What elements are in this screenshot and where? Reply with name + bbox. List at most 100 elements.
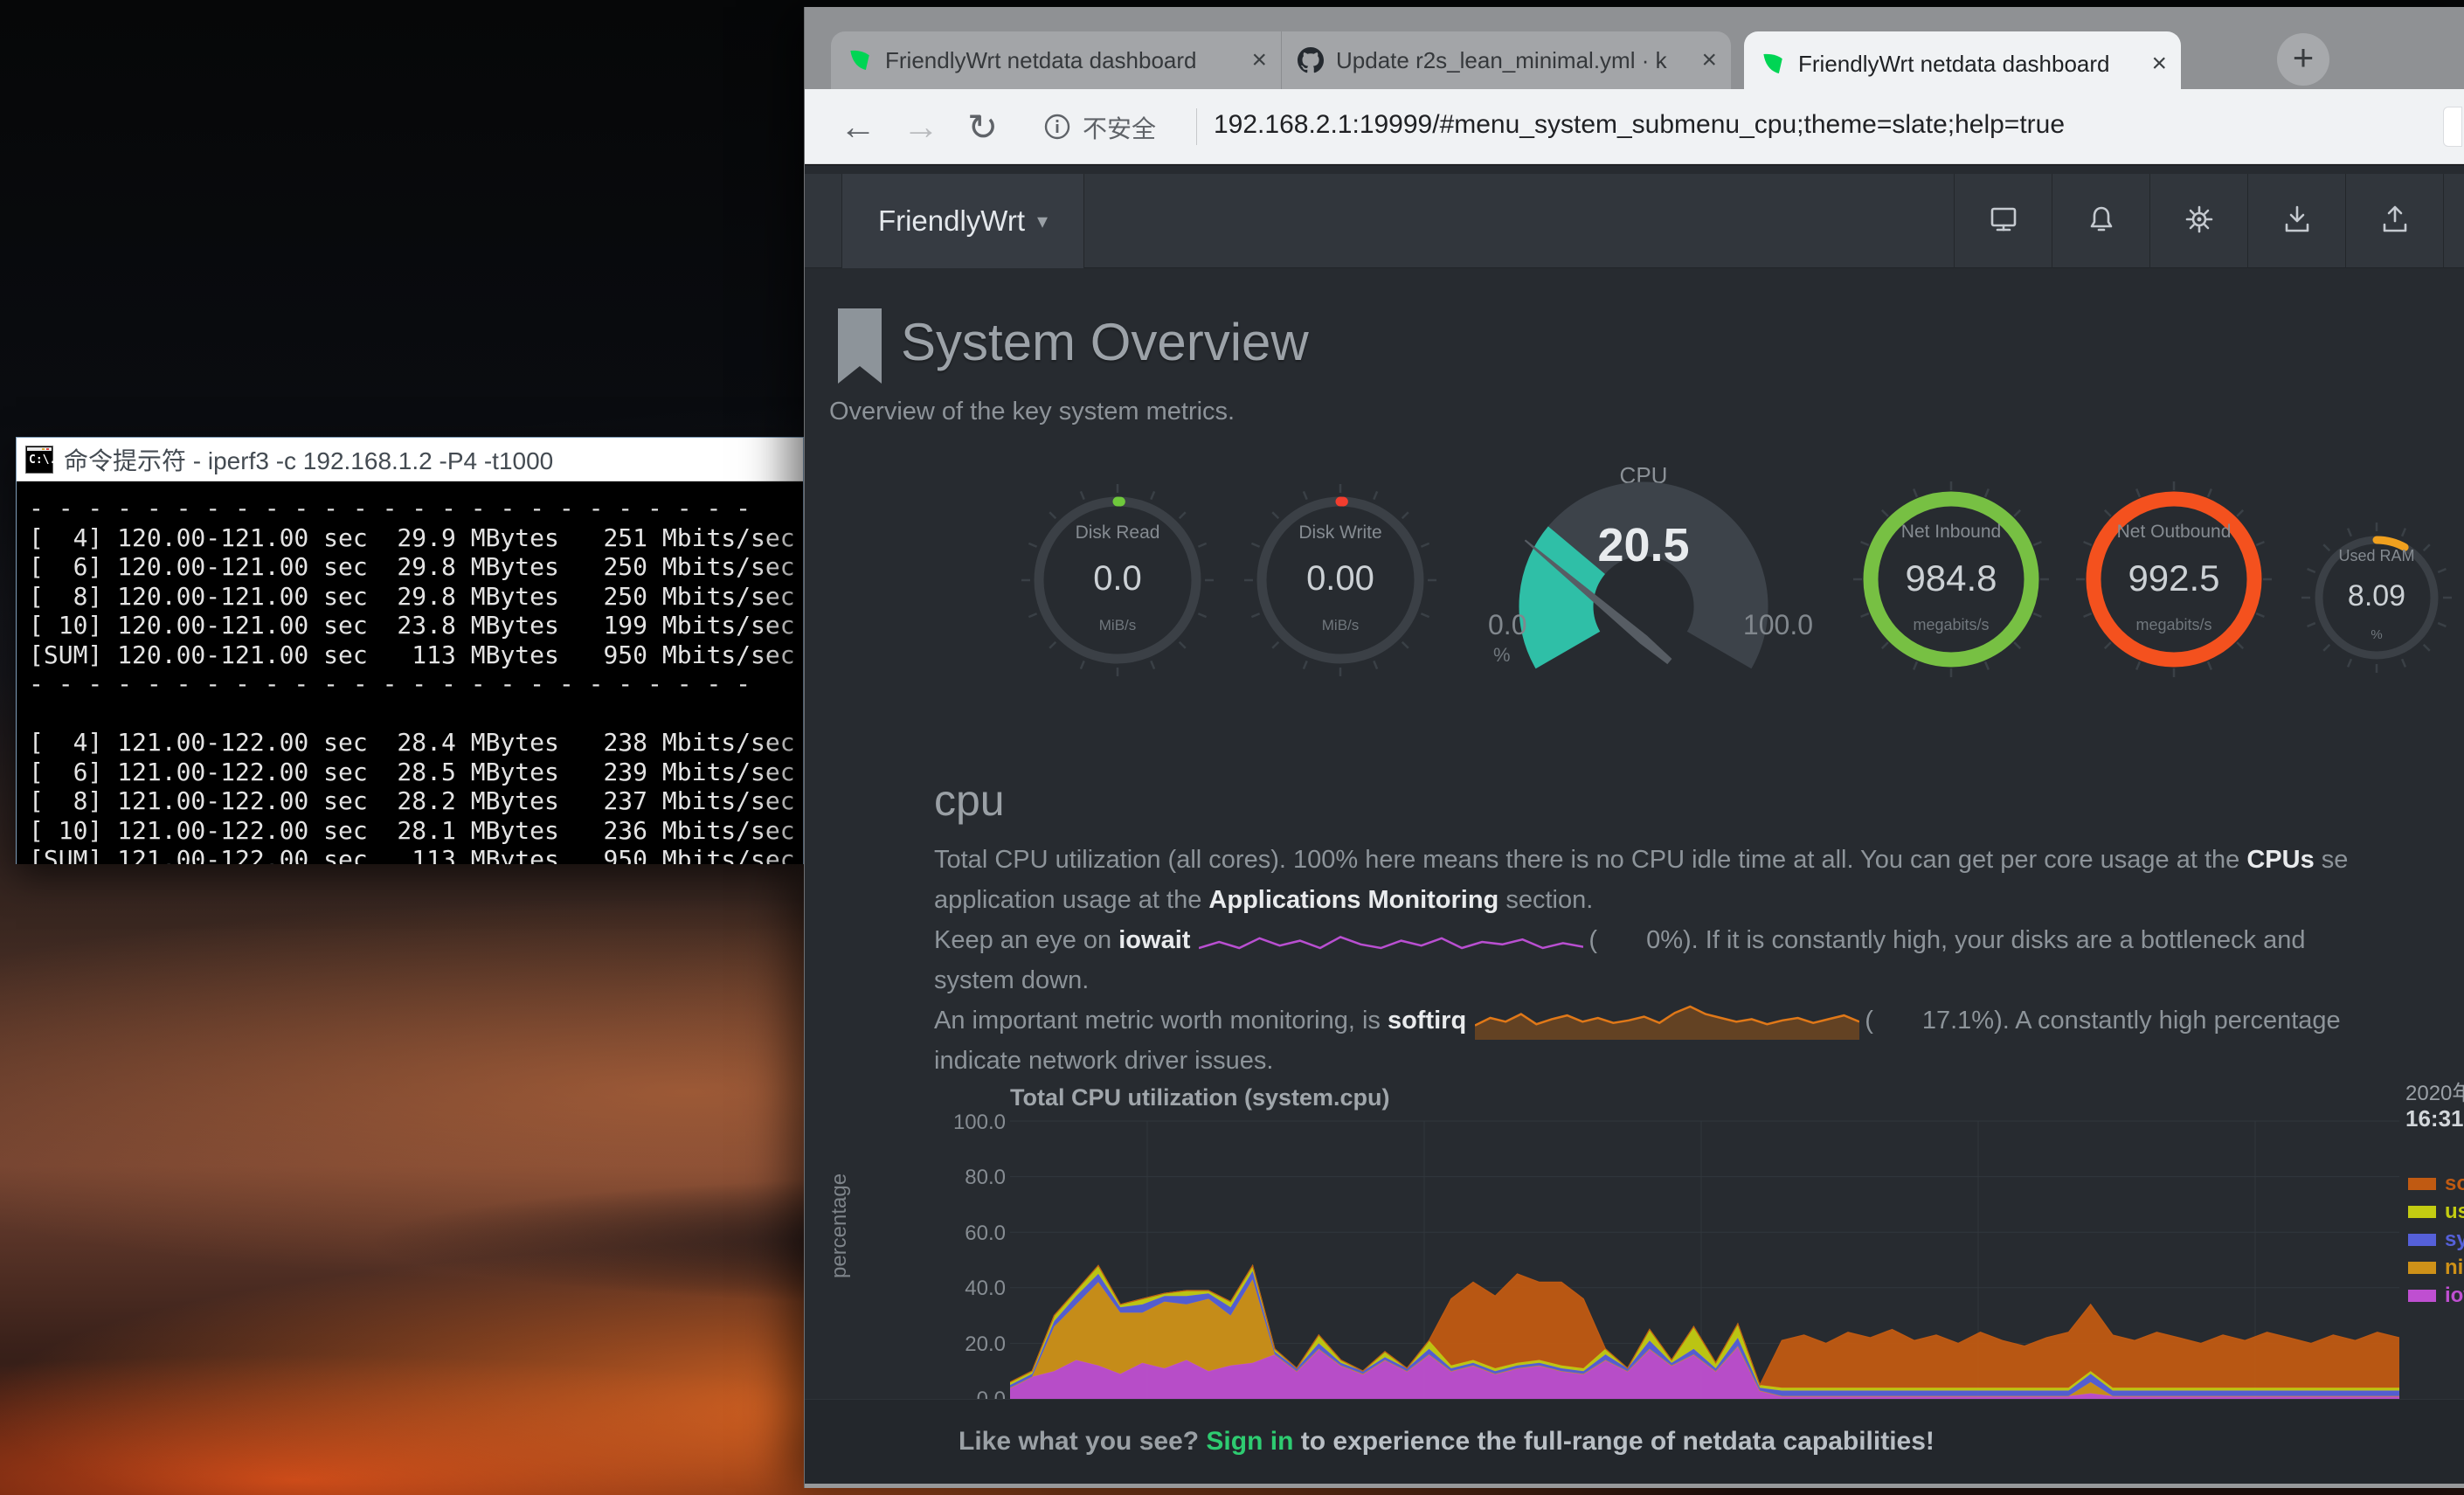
gauge-label: Disk Write xyxy=(1235,523,1445,543)
terminal-title: 命令提示符 - iperf3 -c 192.168.1.2 -P4 -t1000 xyxy=(64,442,553,477)
gauge-cpu[interactable]: CPU 20.5 0.0 100.0 % xyxy=(1469,462,1818,724)
y-tick-label: 80.0 xyxy=(892,1166,1006,1190)
forward-button[interactable]: → xyxy=(903,89,939,164)
signin-pre-text: Like what you see? xyxy=(959,1427,1206,1456)
gauge-unit: % xyxy=(2298,627,2455,642)
host-dropdown[interactable]: FriendlyWrt ▾ xyxy=(841,174,1084,268)
legend-label: iow xyxy=(2445,1284,2464,1308)
gauge-disk-write[interactable]: Disk Write0.00MiB/s xyxy=(1235,475,1445,685)
cmd-icon: C:\. xyxy=(25,446,53,474)
info-icon[interactable] xyxy=(1042,112,1072,142)
applications-monitoring-link[interactable]: Applications Monitoring xyxy=(1208,886,1498,914)
tab-close-icon[interactable]: × xyxy=(1701,47,1717,73)
cpu-gauge-unit: % xyxy=(1493,644,1511,667)
back-button[interactable]: ← xyxy=(840,89,876,164)
netdata-icon xyxy=(847,47,873,73)
cpus-link[interactable]: CPUs xyxy=(2246,846,2314,874)
tab-title: FriendlyWrt netdata dashboard xyxy=(1798,51,2141,78)
terminal-line: - - - - - - - - - - - - - - - - - - - - … xyxy=(29,669,803,699)
softirq-sparkline xyxy=(1475,1003,1859,1040)
gauge-value: 8.09 xyxy=(2298,579,2455,613)
cpu-gauge-value: 20.5 xyxy=(1469,518,1818,572)
terminal-line: [ 10] 121.00-122.00 sec 28.1 MBytes 236 … xyxy=(29,816,803,846)
tab-title: Update r2s_lean_minimal.yml · k xyxy=(1336,47,1691,74)
y-tick-label: 40.0 xyxy=(892,1277,1006,1301)
terminal-window: C:\. 命令提示符 - iperf3 -c 192.168.1.2 -P4 -… xyxy=(16,437,804,864)
omnibox-separator xyxy=(1196,108,1197,145)
gauge-disk-read[interactable]: Disk Read0.0MiB/s xyxy=(1013,475,1222,685)
tab-title: FriendlyWrt netdata dashboard xyxy=(885,47,1241,74)
tab-close-icon[interactable]: × xyxy=(1251,47,1267,73)
y-tick-label: 20.0 xyxy=(892,1332,1006,1357)
sign-in-link[interactable]: Sign in xyxy=(1206,1427,1293,1456)
y-tick-label: 60.0 xyxy=(892,1222,1006,1246)
browser-tab[interactable]: FriendlyWrt netdata dashboard × xyxy=(1744,31,2181,96)
legend-item-iowait[interactable]: iow xyxy=(2408,1282,2464,1310)
legend-label: sys xyxy=(2445,1228,2464,1252)
terminal-line: [SUM] 121.00-122.00 sec 113 MBytes 950 M… xyxy=(29,845,803,864)
gauge-value: 992.5 xyxy=(2069,557,2279,599)
gauge-net-outbound[interactable]: Net Outbound 992.5 megabits/s xyxy=(2069,474,2279,684)
legend-item-softirq[interactable]: soft xyxy=(2408,1170,2464,1198)
tab-close-icon[interactable]: × xyxy=(2151,51,2167,77)
iowait-sparkline xyxy=(1199,932,1583,950)
gauge-net-inbound[interactable]: Net Inbound984.8megabits/s xyxy=(1846,474,2056,684)
navbar-partial-button xyxy=(2443,174,2464,268)
gauge-value: 0.0 xyxy=(1013,559,1222,599)
security-chip[interactable]: 不安全 xyxy=(1083,110,1156,145)
signin-bar: Like what you see? Sign in to experience… xyxy=(805,1399,2464,1484)
legend-label: use xyxy=(2445,1200,2464,1224)
toolbar-extension-sliver[interactable] xyxy=(2443,107,2462,147)
export-button[interactable] xyxy=(2345,174,2443,268)
terminal-line: [ 10] 120.00-121.00 sec 23.8 MBytes 199 … xyxy=(29,611,803,640)
navbar-icon-buttons xyxy=(1954,174,2464,268)
tab-strip: + FriendlyWrt netdata dashboard×Update r… xyxy=(805,7,2464,89)
cpu-description: Total CPU utilization (all cores). 100% … xyxy=(934,840,2464,1081)
terminal-titlebar[interactable]: C:\. 命令提示符 - iperf3 -c 192.168.1.2 -P4 -… xyxy=(17,438,803,481)
netdata-icon xyxy=(1760,51,1786,77)
legend-swatch xyxy=(2408,1262,2436,1274)
terminal-line: [ 6] 120.00-121.00 sec 29.8 MBytes 250 M… xyxy=(29,552,803,582)
terminal-line: [ 8] 121.00-122.00 sec 28.2 MBytes 237 M… xyxy=(29,786,803,816)
gauge-unit: megabits/s xyxy=(2069,616,2279,634)
cpu-gauge-min: 0.0 xyxy=(1488,609,1526,641)
monitor-icon xyxy=(1988,204,2019,239)
chevron-down-icon: ▾ xyxy=(1037,209,1048,234)
legend-item-system[interactable]: sys xyxy=(2408,1226,2464,1254)
gauge-value: 0.00 xyxy=(1235,559,1445,599)
page-title: System Overview xyxy=(901,308,1309,377)
y-tick-label: 100.0 xyxy=(892,1111,1006,1135)
legend-swatch xyxy=(2408,1178,2436,1190)
chart-date: 2020年3 xyxy=(2405,1076,2464,1106)
page-subtitle: Overview of the key system metrics. xyxy=(829,398,1235,426)
netdata-page: FriendlyWrt ▾ System Overview Overview o… xyxy=(805,165,2464,1488)
cpu-gauge-max: 100.0 xyxy=(1743,609,1813,641)
legend-item-user[interactable]: use xyxy=(2408,1198,2464,1226)
bell-button[interactable] xyxy=(2052,174,2149,268)
legend-item-nice[interactable]: nice xyxy=(2408,1254,2464,1282)
gauge-label: Net Outbound xyxy=(2069,522,2279,543)
terminal-output: - - - - - - - - - - - - - - - - - - - - … xyxy=(17,481,803,864)
browser-tab[interactable]: FriendlyWrt netdata dashboard × xyxy=(831,31,1281,89)
monitor-button[interactable] xyxy=(1954,174,2052,268)
cpu-utilization-chart[interactable] xyxy=(1010,1115,2399,1399)
terminal-line xyxy=(29,699,803,729)
browser-tab[interactable]: Update r2s_lean_minimal.yml · k × xyxy=(1281,31,1731,89)
gauge-label: Used RAM xyxy=(2298,547,2455,565)
terminal-line: [ 4] 121.00-122.00 sec 28.4 MBytes 238 M… xyxy=(29,728,803,758)
gear-button[interactable] xyxy=(2149,174,2247,268)
legend-swatch xyxy=(2408,1234,2436,1246)
gear-icon xyxy=(2184,204,2215,239)
legend-label: nice xyxy=(2445,1256,2464,1280)
new-tab-button[interactable]: + xyxy=(2277,33,2329,86)
gauge-used-ram[interactable]: Used RAM 8.09% xyxy=(2298,519,2455,676)
cpu-gauge-dial xyxy=(1469,478,1818,705)
host-name: FriendlyWrt xyxy=(878,204,1025,238)
import-button[interactable] xyxy=(2247,174,2345,268)
url-field[interactable]: 192.168.2.1:19999/#menu_system_submenu_c… xyxy=(1214,110,2065,140)
reload-button[interactable]: ↻ xyxy=(967,89,998,164)
terminal-line: - - - - - - - - - - - - - - - - - - - - … xyxy=(29,494,803,523)
terminal-line: [SUM] 120.00-121.00 sec 113 MBytes 950 M… xyxy=(29,640,803,670)
terminal-line: [ 6] 121.00-122.00 sec 28.5 MBytes 239 M… xyxy=(29,758,803,787)
gauge-value: 984.8 xyxy=(1846,557,2056,599)
